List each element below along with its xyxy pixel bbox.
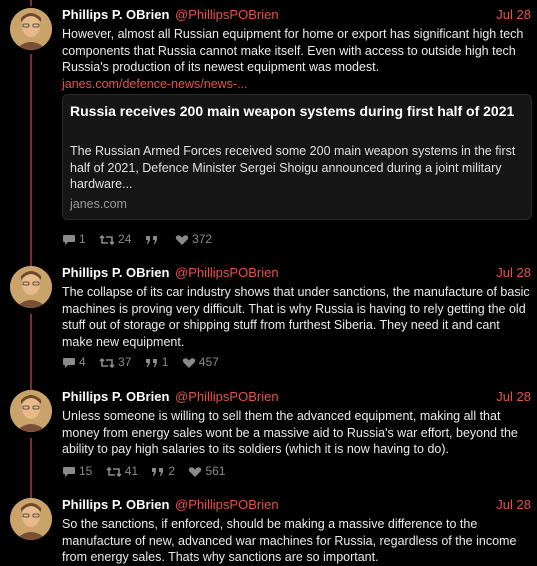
quote-count: 2 (168, 463, 176, 478)
like-button[interactable]: 372 (175, 231, 212, 247)
author-handle[interactable]: @PhillipsPOBrien (175, 497, 279, 512)
author-handle[interactable]: @PhillipsPOBrien (175, 265, 279, 280)
tweet-link[interactable]: janes.com/defence-news/news-... (62, 77, 248, 91)
avatar[interactable] (10, 8, 52, 50)
tweet-text: So the sanctions, if enforced, should be… (62, 517, 517, 564)
card-title: Russia receives 200 main weapon systems … (70, 103, 515, 119)
like-count: 372 (192, 231, 213, 246)
quote-icon (145, 235, 157, 244)
tweet-date[interactable]: Jul 28 (496, 264, 531, 281)
tweet-text: Unless someone is willing to sell them t… (62, 409, 518, 456)
retweet-icon (99, 357, 115, 368)
comment-icon (63, 234, 75, 245)
tweet-header: Phillips P. OBrien @PhillipsPOBrien Jul … (62, 264, 531, 281)
reply-count: 1 (79, 231, 86, 246)
retweet-button[interactable]: 24 (99, 231, 131, 247)
tweet-header: Phillips P. OBrien @PhillipsPOBrien Jul … (62, 6, 531, 23)
author-handle[interactable]: @PhillipsPOBrien (175, 389, 279, 404)
author-name[interactable]: Phillips P. OBrien (62, 389, 169, 404)
retweet-count: 41 (124, 463, 139, 478)
heart-icon (189, 467, 202, 477)
tweet-body: However, almost all Russian equipment fo… (62, 27, 524, 74)
tweet-header: Phillips P. OBrien @PhillipsPOBrien Jul … (62, 496, 531, 513)
comment-icon (63, 357, 75, 368)
author-name[interactable]: Phillips P. OBrien (62, 7, 169, 22)
heart-icon (182, 358, 196, 368)
author-name[interactable]: Phillips P. OBrien (62, 265, 169, 280)
quote-icon (152, 467, 164, 476)
avatar-portrait-icon (10, 390, 52, 432)
tweet-date[interactable]: Jul 28 (496, 6, 531, 23)
retweet-icon (99, 234, 115, 245)
heart-icon (175, 235, 189, 245)
tweet-actions: 1 24 372 (62, 230, 222, 246)
avatar[interactable] (10, 498, 52, 540)
tweet[interactable]: Phillips P. OBrien @PhillipsPOBrien Jul … (0, 388, 537, 482)
avatar[interactable] (10, 390, 52, 432)
like-button[interactable]: 561 (188, 463, 225, 479)
quote-icon (145, 358, 157, 367)
card-domain: janes.com (70, 197, 127, 211)
like-button[interactable]: 457 (182, 354, 219, 370)
tweet[interactable]: Phillips P. OBrien @PhillipsPOBrien Jul … (0, 6, 537, 250)
tweet-actions: 15 41 2 561 (62, 462, 235, 478)
comment-icon (63, 466, 75, 477)
tweet-actions: 4 37 1 457 (62, 353, 229, 369)
quote-count: 1 (161, 354, 169, 369)
tweet[interactable]: Phillips P. OBrien @PhillipsPOBrien Jul … (0, 264, 537, 374)
like-count: 457 (198, 354, 219, 369)
tweet-date[interactable]: Jul 28 (496, 496, 531, 513)
retweet-count: 24 (118, 231, 132, 246)
avatar-portrait-icon (10, 266, 52, 308)
link-preview-card[interactable]: Russia receives 200 main weapon systems … (62, 94, 532, 220)
retweet-button[interactable]: 37 (99, 354, 131, 370)
reply-button[interactable]: 1 (62, 231, 86, 247)
like-count: 561 (205, 463, 226, 478)
retweet-icon (106, 466, 122, 477)
tweet-header: Phillips P. OBrien @PhillipsPOBrien Jul … (62, 388, 531, 405)
avatar-portrait-icon (10, 498, 52, 540)
tweet[interactable]: Phillips P. OBrien @PhillipsPOBrien Jul … (0, 496, 537, 564)
avatar[interactable] (10, 266, 52, 308)
quote-button[interactable]: 2 (151, 463, 175, 479)
quote-button[interactable] (145, 231, 162, 247)
author-name[interactable]: Phillips P. OBrien (62, 497, 169, 512)
card-description: The Russian Armed Forces received some 2… (70, 144, 516, 191)
reply-button[interactable]: 15 (62, 463, 92, 479)
avatar-portrait-icon (10, 8, 52, 50)
reply-count: 4 (79, 354, 86, 369)
tweet-date[interactable]: Jul 28 (496, 388, 531, 405)
author-handle[interactable]: @PhillipsPOBrien (175, 7, 279, 22)
retweet-button[interactable]: 41 (106, 463, 138, 479)
retweet-count: 37 (118, 354, 132, 369)
reply-count: 15 (79, 463, 93, 478)
reply-button[interactable]: 4 (62, 354, 86, 370)
tweet-text: However, almost all Russian equipment fo… (62, 26, 532, 92)
tweet-text: The collapse of its car industry shows t… (62, 285, 530, 349)
quote-button[interactable]: 1 (145, 354, 169, 370)
